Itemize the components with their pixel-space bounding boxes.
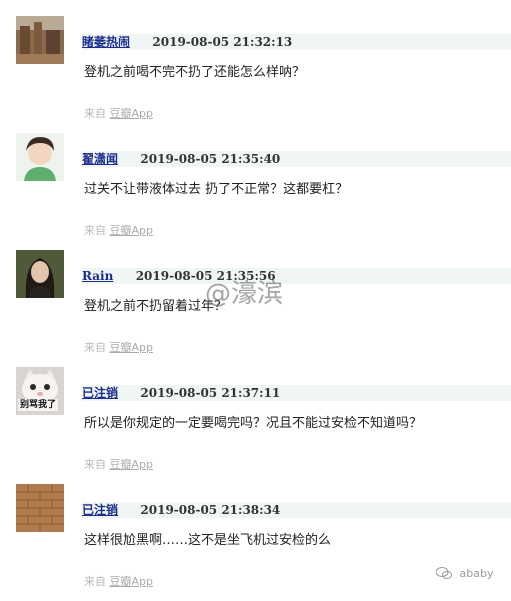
wechat-account-name: ababy	[459, 567, 494, 580]
comment-meta: 翟潇闻 2019-08-05 21:35:40	[82, 151, 511, 167]
author-link[interactable]: 翟潇闻	[82, 152, 118, 166]
source-prefix: 来自	[84, 107, 106, 120]
comment-meta: Rain 2019-08-05 21:35:56	[82, 268, 511, 284]
author-link[interactable]: 已注销	[82, 386, 118, 400]
comment-source: 来自 豆瓣App	[84, 106, 153, 122]
comment-meta: 已注销 2019-08-05 21:37:11	[82, 385, 511, 401]
wechat-icon	[436, 567, 452, 579]
comment-source: 来自 豆瓣App	[84, 340, 153, 356]
comment-text: 所以是你规定的一定要喝完吗？况且不能过安检不知道吗？	[84, 416, 423, 431]
source-prefix: 来自	[84, 458, 106, 471]
avatar[interactable]	[16, 484, 64, 532]
source-app-link[interactable]: 豆瓣App	[110, 224, 154, 237]
wechat-watermark: ababy	[436, 567, 493, 580]
comment-text: 登机之前喝不完不扔了还能怎么样呐？	[84, 65, 306, 80]
comment-source: 来自 豆瓣App	[84, 574, 153, 590]
comment-timestamp: 2019-08-05 21:35:40	[140, 152, 281, 166]
source-prefix: 来自	[84, 341, 106, 354]
source-app-link[interactable]: 豆瓣App	[110, 107, 154, 120]
avatar[interactable]	[16, 133, 64, 181]
author-link[interactable]: 已注销	[82, 503, 118, 517]
sticker-caption: 别骂我了	[18, 399, 59, 411]
comment-item: 翟潇闻 2019-08-05 21:35:40 过关不让带液体过去 扔了不正常？…	[0, 133, 511, 250]
avatar[interactable]	[16, 250, 64, 298]
author-link[interactable]: 睹萎热闹	[82, 35, 130, 49]
source-app-link[interactable]: 豆瓣App	[110, 341, 154, 354]
comment-source: 来自 豆瓣App	[84, 457, 153, 473]
portrait-photo-icon	[16, 133, 64, 181]
comment-item: 已注销 2019-08-05 21:38:34 这样很尬黑啊……这不是坐飞机过安…	[0, 484, 511, 601]
weibo-watermark: @濠滨	[205, 279, 284, 309]
avatar[interactable]	[16, 16, 64, 64]
brick-wall-icon	[16, 484, 64, 532]
source-prefix: 来自	[84, 575, 106, 588]
comment-text: 过关不让带液体过去 扔了不正常？这都要杠？	[84, 182, 349, 197]
comment-timestamp: 2019-08-05 21:38:34	[140, 503, 281, 517]
ruins-photo-icon	[16, 16, 64, 64]
source-app-link[interactable]: 豆瓣App	[110, 458, 154, 471]
comment-text: 这样很尬黑啊……这不是坐飞机过安检的么	[84, 533, 332, 548]
portrait-photo-icon	[16, 250, 64, 298]
source-prefix: 来自	[84, 224, 106, 237]
comment-item: 睹萎热闹 2019-08-05 21:32:13 登机之前喝不完不扔了还能怎么样…	[0, 16, 511, 133]
comment-timestamp: 2019-08-05 21:32:13	[152, 35, 293, 49]
avatar[interactable]: 别骂我了	[16, 367, 64, 415]
comment-timestamp: 2019-08-05 21:37:11	[140, 386, 281, 400]
comment-item: 别骂我了 已注销 2019-08-05 21:37:11 所以是你规定的一定要喝…	[0, 367, 511, 484]
comment-source: 来自 豆瓣App	[84, 223, 153, 239]
source-app-link[interactable]: 豆瓣App	[110, 575, 154, 588]
author-link[interactable]: Rain	[82, 269, 113, 283]
comment-meta: 睹萎热闹 2019-08-05 21:32:13	[82, 34, 511, 50]
comment-meta: 已注销 2019-08-05 21:38:34	[82, 502, 511, 518]
